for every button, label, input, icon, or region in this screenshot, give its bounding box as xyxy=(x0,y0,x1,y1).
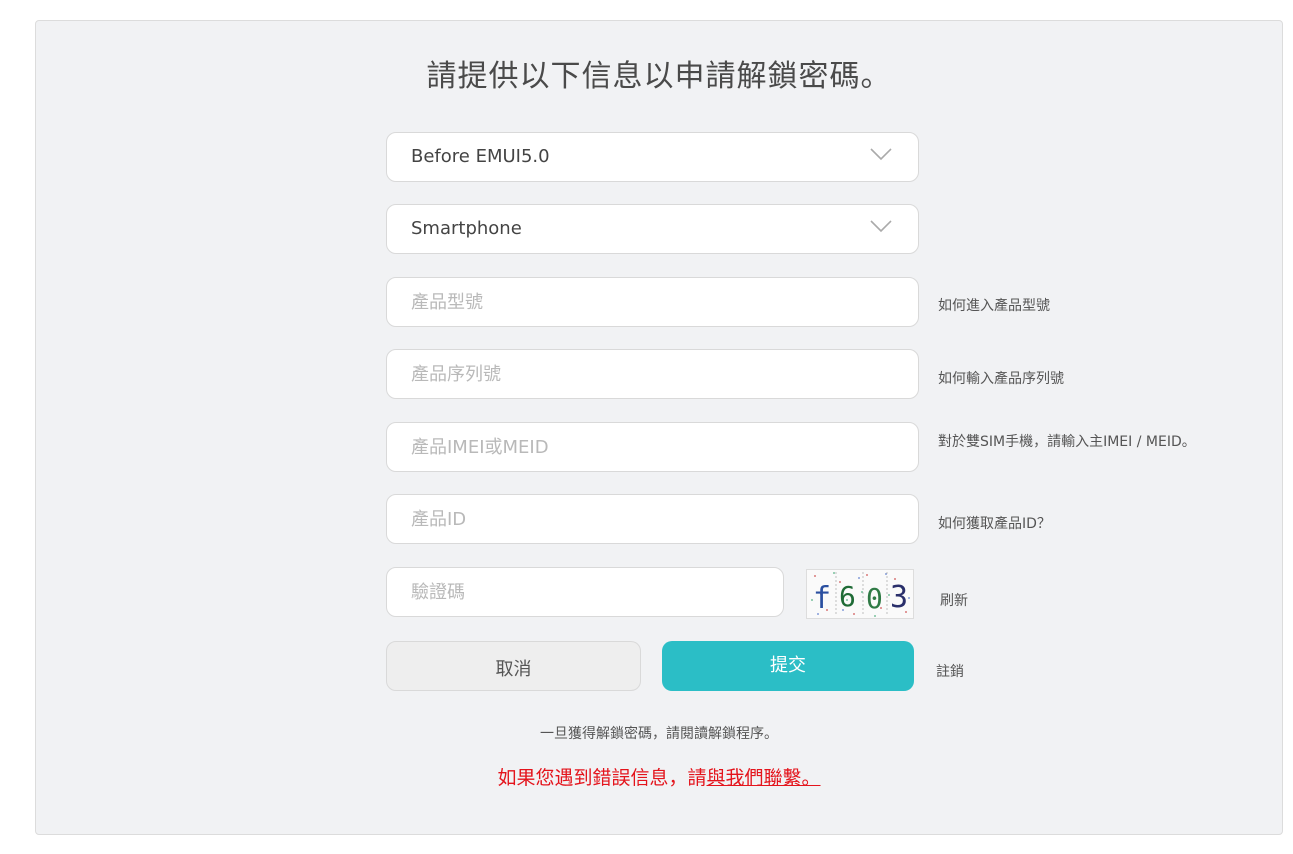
error-message-text: 如果您遇到錯誤信息，請 xyxy=(497,767,707,789)
imei-hint: 對於雙SIM手機，請輸入主IMEI / MEID。 xyxy=(938,434,1196,450)
product-id-help-link[interactable]: 如何獲取產品ID？ xyxy=(938,513,1051,533)
captcha-field xyxy=(386,567,784,617)
contact-us-link[interactable]: 與我們聯繫。 xyxy=(707,767,821,789)
device-type-select[interactable]: Smartphone xyxy=(386,204,919,254)
captcha-input[interactable] xyxy=(387,568,783,616)
chevron-down-icon xyxy=(870,220,892,233)
captcha-char-3: 0 xyxy=(866,582,883,615)
serial-number-input[interactable] xyxy=(387,350,918,398)
unlock-form-panel: 請提供以下信息以申請解鎖密碼。 Before EMUI5.0 Smartphon… xyxy=(35,20,1283,835)
chevron-down-icon xyxy=(870,148,892,161)
captcha-char-1: f xyxy=(813,581,831,616)
product-model-field xyxy=(386,277,919,327)
emui-version-value: Before EMUI5.0 xyxy=(411,146,550,167)
captcha-image[interactable]: f 6 0 3 xyxy=(806,569,914,619)
captcha-noise: f 6 0 3 xyxy=(811,572,910,617)
imei-field xyxy=(386,422,919,472)
logout-link[interactable]: 註銷 xyxy=(936,661,964,681)
product-id-input[interactable] xyxy=(387,495,918,543)
model-help-link[interactable]: 如何進入產品型號 xyxy=(938,295,1050,315)
product-id-field xyxy=(386,494,919,544)
product-model-input[interactable] xyxy=(387,278,918,326)
serial-help-link[interactable]: 如何輸入產品序列號 xyxy=(938,368,1064,388)
device-type-value: Smartphone xyxy=(411,218,522,239)
captcha-refresh-link[interactable]: 刷新 xyxy=(940,590,968,610)
captcha-char-2: 6 xyxy=(839,580,856,613)
serial-number-field xyxy=(386,349,919,399)
page-title: 請提供以下信息以申請解鎖密碼。 xyxy=(426,59,892,94)
error-contact-message: 如果您遇到錯誤信息，請與我們聯繫。 xyxy=(36,763,1282,790)
imei-input[interactable] xyxy=(387,423,918,471)
submit-button[interactable]: 提交 xyxy=(662,641,914,691)
unlock-procedure-note: 一旦獲得解鎖密碼，請閱讀解鎖程序。 xyxy=(540,726,778,742)
emui-version-select[interactable]: Before EMUI5.0 xyxy=(386,132,919,182)
captcha-char-4: 3 xyxy=(890,580,908,615)
cancel-button[interactable]: 取消 xyxy=(386,641,641,691)
